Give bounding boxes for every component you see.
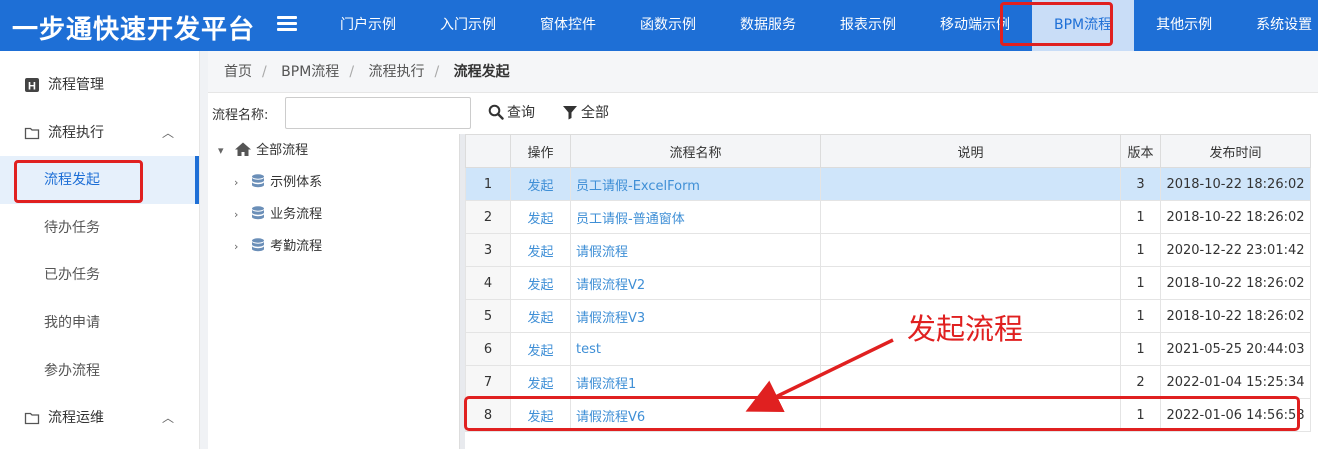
highlight-box-row [464,396,1300,431]
annotation-arrow-icon [745,338,894,413]
